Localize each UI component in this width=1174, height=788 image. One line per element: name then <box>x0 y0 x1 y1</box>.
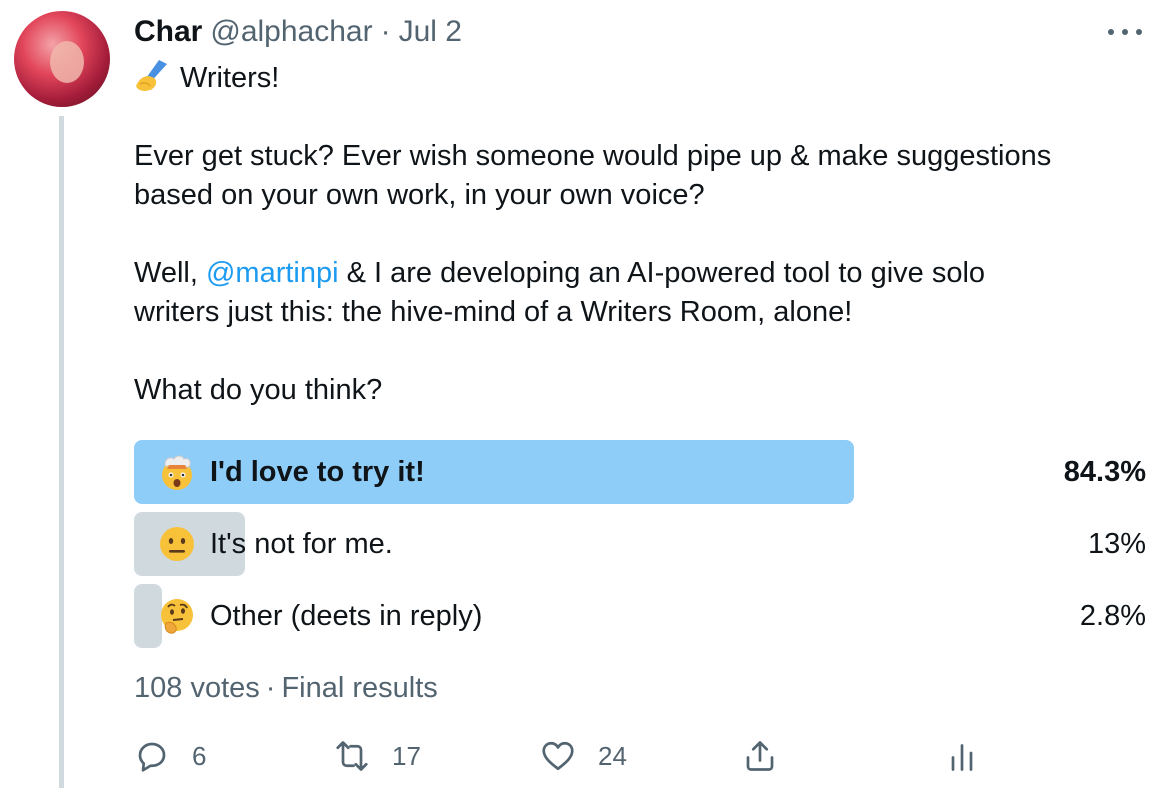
poll-option-percent: 13% <box>1087 527 1146 560</box>
analytics-icon <box>951 744 973 771</box>
tweet-body: Writers! Ever get stuck? Ever wish someo… <box>134 58 1144 410</box>
author-name[interactable]: Char <box>134 15 202 49</box>
author-handle[interactable]: @alphachar <box>210 15 372 49</box>
tweet-header: Char @alphachar · Jul 2 <box>134 12 462 52</box>
like-button[interactable]: 24 <box>540 734 627 778</box>
poll-option-label: I'd love to try it! <box>210 455 425 488</box>
tweet-date[interactable]: Jul 2 <box>399 15 462 49</box>
poll-meta: 108 votes · Final results <box>134 672 438 705</box>
writing-hand-icon <box>136 60 167 91</box>
body-line-4-prefix: Well, <box>134 257 206 289</box>
retweet-icon <box>336 741 368 771</box>
poll-option: Other (deets in reply) 2.8% <box>134 584 1146 648</box>
poll-option-percent: 84.3% <box>1063 455 1146 488</box>
avatar[interactable] <box>14 11 110 107</box>
exploding-head-emoji <box>162 455 192 490</box>
analytics-button[interactable] <box>944 734 980 778</box>
header-separator: · <box>380 15 391 48</box>
retweet-count: 17 <box>392 740 421 771</box>
poll-option-percent: 2.8% <box>1079 599 1146 632</box>
body-line-6: What do you think? <box>134 374 383 406</box>
poll-status: Final results <box>281 672 438 704</box>
poll-option: I'd love to try it! 84.3% <box>134 440 1146 504</box>
retweet-button[interactable]: 17 <box>334 734 421 778</box>
thinking-face-emoji <box>161 599 193 634</box>
share-button[interactable] <box>742 734 778 778</box>
body-line-4: Well, @martinpi & I are developing an AI… <box>134 254 1144 293</box>
poll-meta-separator: · <box>265 672 276 704</box>
reply-icon <box>138 742 166 772</box>
poll-option-label: It's not for me. <box>210 527 393 560</box>
poll: I'd love to try it! 84.3% It's not for m… <box>134 440 1146 656</box>
body-line-4-suffix: & I are developing an AI-powered tool to… <box>338 257 986 289</box>
reply-count: 6 <box>192 740 207 771</box>
poll-option: It's not for me. 13% <box>134 512 1146 576</box>
share-icon <box>746 741 774 771</box>
reply-button[interactable]: 6 <box>134 734 206 778</box>
like-icon <box>542 741 574 771</box>
body-line-1: Writers! <box>134 58 1144 98</box>
body-line-2: Ever get stuck? Ever wish someone would … <box>134 140 1052 172</box>
avatar-face <box>50 41 84 83</box>
more-dots-icon[interactable] <box>1108 22 1142 42</box>
thread-line <box>59 116 64 788</box>
poll-option-label: Other (deets in reply) <box>210 599 483 632</box>
neutral-face-emoji <box>160 527 194 561</box>
poll-votes: 108 votes <box>134 672 260 704</box>
mention-link[interactable]: @martinpi <box>206 257 339 289</box>
body-line-3: based on your own work, in your own voic… <box>134 179 705 211</box>
body-text-writers: Writers! <box>180 62 280 94</box>
tweet-actions: 6 17 24 <box>134 734 994 778</box>
like-count: 24 <box>598 740 627 771</box>
body-line-5: writers just this: the hive-mind of a Wr… <box>134 296 853 328</box>
